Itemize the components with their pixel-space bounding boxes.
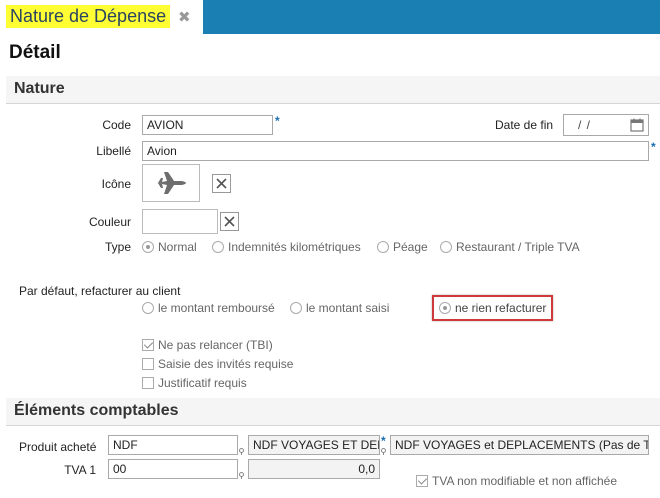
radio-label: le montant saisi	[306, 301, 390, 315]
close-icon[interactable]: ✖	[178, 8, 191, 26]
produit-code-input[interactable]: NDF	[108, 435, 238, 455]
refacturer-radio-rien[interactable]: ne rien refacturer	[439, 301, 546, 315]
type-radio-indemnites[interactable]: Indemnités kilométriques	[212, 240, 361, 254]
required-mark: *	[381, 434, 386, 448]
tva-rate-input[interactable]: 0,0	[248, 459, 380, 479]
libelle-input[interactable]: Avion	[142, 141, 649, 161]
code-label: Code	[102, 118, 131, 132]
produit-label: Produit acheté	[19, 440, 97, 454]
type-radio-restaurant[interactable]: Restaurant / Triple TVA	[440, 240, 580, 254]
airplane-icon	[157, 172, 186, 194]
section-nature-title: Nature	[14, 80, 65, 97]
radio-circle	[377, 241, 389, 253]
tab-title[interactable]: Nature de Dépense	[6, 5, 171, 28]
radio-circle	[212, 241, 224, 253]
radio-label: Restaurant / Triple TVA	[456, 240, 580, 254]
checkbox-label: Justificatif requis	[158, 376, 247, 390]
required-mark: *	[651, 140, 656, 154]
radio-circle	[142, 241, 154, 253]
checkbox-box	[142, 339, 154, 351]
tva-code-input[interactable]: 00	[108, 459, 238, 479]
type-radio-normal[interactable]: Normal	[142, 240, 197, 254]
code-input[interactable]: AVION	[142, 115, 273, 135]
checkbox-justificatif[interactable]: Justificatif requis	[142, 376, 247, 390]
section-nature-header: Nature	[6, 76, 660, 104]
date-fin-value: / /	[578, 118, 592, 132]
checkbox-saisie-invites[interactable]: Saisie des invités requise	[142, 357, 293, 371]
radio-circle	[439, 302, 451, 314]
checkbox-label: Ne pas relancer (TBI)	[158, 338, 273, 352]
section-comptables-header: Éléments comptables	[6, 398, 660, 426]
lookup-pin-icon[interactable]	[381, 448, 386, 455]
checkbox-ne-pas-relancer[interactable]: Ne pas relancer (TBI)	[142, 338, 273, 352]
tab-nature-depense[interactable]: Nature de Dépense ✖	[0, 0, 203, 34]
radio-label: Indemnités kilométriques	[228, 240, 361, 254]
icon-picker[interactable]	[142, 164, 200, 202]
date-fin-input[interactable]: / /	[563, 114, 649, 136]
libelle-label: Libellé	[96, 144, 131, 158]
calendar-icon[interactable]	[630, 118, 644, 132]
type-radio-peage[interactable]: Péage	[377, 240, 428, 254]
date-fin-label: Date de fin	[495, 118, 554, 132]
checkbox-tva-non-modifiable[interactable]: TVA non modifiable et non affichée	[416, 474, 617, 488]
close-icon	[224, 216, 235, 227]
radio-label: ne rien refacturer	[455, 301, 547, 315]
tva-label: TVA 1	[64, 463, 96, 477]
refacturer-radio-rembourse[interactable]: le montant remboursé	[142, 301, 275, 315]
radio-label: Péage	[393, 240, 428, 254]
checkbox-box	[142, 358, 154, 370]
section-comptables-title: Éléments comptables	[14, 402, 179, 419]
close-icon	[216, 178, 227, 189]
lookup-pin-icon[interactable]	[239, 448, 244, 455]
radio-label: le montant remboursé	[158, 301, 275, 315]
clear-color-button[interactable]	[220, 212, 239, 231]
clear-icon-button[interactable]	[212, 174, 231, 193]
tab-bar: Nature de Dépense ✖	[0, 0, 660, 34]
produit-full-input[interactable]: NDF VOYAGES et DEPLACEMENTS (Pas de TVA)	[390, 435, 649, 455]
radio-label: Normal	[158, 240, 197, 254]
produit-short-input[interactable]: NDF VOYAGES ET DEPLA	[248, 435, 380, 455]
type-label: Type	[104, 240, 131, 254]
refacturer-label: Par défaut, refacturer au client	[19, 284, 181, 298]
checkbox-label: Saisie des invités requise	[158, 357, 294, 371]
refacturer-radio-saisi[interactable]: le montant saisi	[290, 301, 389, 315]
color-picker[interactable]	[142, 209, 218, 234]
lookup-pin-icon[interactable]	[239, 472, 244, 479]
radio-circle	[290, 302, 302, 314]
radio-circle	[142, 302, 154, 314]
radio-circle	[440, 241, 452, 253]
icone-label: Icône	[101, 177, 131, 191]
checkbox-box	[416, 475, 428, 487]
page-title: Détail	[9, 42, 61, 63]
couleur-label: Couleur	[88, 215, 131, 229]
checkbox-label: TVA non modifiable et non affichée	[432, 474, 618, 488]
checkbox-box	[142, 377, 154, 389]
required-mark: *	[275, 114, 280, 128]
